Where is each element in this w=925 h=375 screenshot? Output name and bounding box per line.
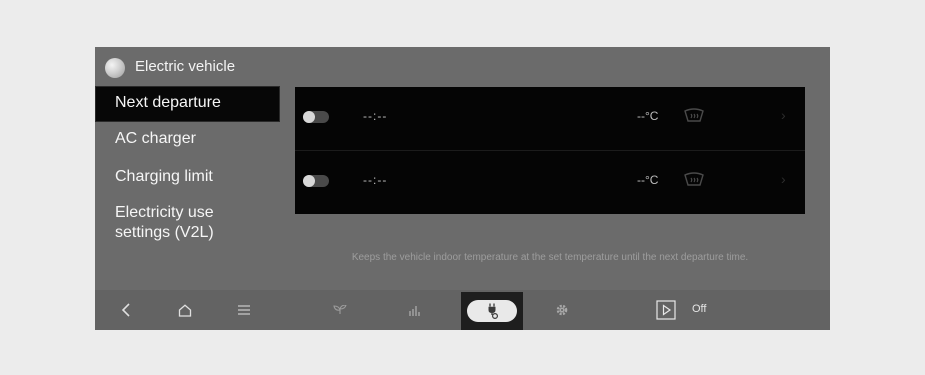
- departure-temperature: --°C: [637, 173, 659, 187]
- defrost-icon: [684, 108, 704, 122]
- home-icon[interactable]: [172, 290, 198, 330]
- eco-icon[interactable]: [327, 290, 353, 330]
- sidebar-item-charging-limit[interactable]: Charging limit: [115, 167, 213, 187]
- page-title: Electric vehicle: [135, 58, 236, 75]
- charging-tab[interactable]: [461, 292, 523, 330]
- chevron-right-icon: ›: [781, 107, 786, 123]
- departure-row[interactable]: --:-- --°C ›: [295, 151, 805, 214]
- departure-time: --:--: [363, 173, 388, 187]
- play-icon[interactable]: [653, 290, 679, 330]
- energy-chart-icon[interactable]: [402, 290, 428, 330]
- departure-row[interactable]: --:-- --°C ›: [295, 87, 805, 151]
- sidebar-item-label: Next departure: [115, 94, 221, 111]
- back-icon[interactable]: [113, 290, 139, 330]
- departure-panel: --:-- --°C › --:-- --°C ›: [295, 87, 805, 214]
- chevron-right-icon: ›: [781, 171, 786, 187]
- header: Electric vehicle: [95, 47, 830, 87]
- settings-gear-icon[interactable]: [549, 290, 575, 330]
- defrost-icon: [684, 172, 704, 186]
- charging-tab-highlight: [467, 300, 517, 322]
- ev-screen: Electric vehicle Next departure AC charg…: [95, 47, 830, 330]
- sidebar-item-label-line1: Electricity use: [115, 204, 214, 221]
- departure-toggle[interactable]: [303, 175, 329, 187]
- sidebar-item-v2l-settings[interactable]: Electricity use settings (V2L): [115, 203, 214, 243]
- globe-icon: [105, 58, 125, 78]
- departure-time: --:--: [363, 109, 388, 123]
- media-status-label: Off: [692, 303, 707, 315]
- menu-icon[interactable]: [231, 290, 257, 330]
- hint-text: Keeps the vehicle indoor temperature at …: [351, 252, 749, 263]
- charging-plug-icon: [488, 303, 498, 319]
- sidebar-item-next-departure[interactable]: Next departure: [95, 86, 280, 122]
- departure-temperature: --°C: [637, 109, 659, 123]
- sidebar-item-ac-charger[interactable]: AC charger: [115, 129, 196, 149]
- sidebar-item-label-line2: settings (V2L): [115, 224, 214, 241]
- departure-toggle[interactable]: [303, 111, 329, 123]
